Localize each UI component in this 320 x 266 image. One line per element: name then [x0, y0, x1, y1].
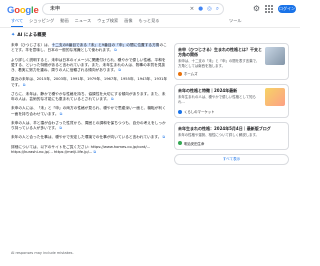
card-thumbnail	[265, 47, 285, 65]
ai-disclaimer: AI responses may include mistakes.	[11, 251, 74, 255]
link-icon[interactable]: ⧉	[161, 135, 166, 139]
tab-5[interactable]: 画像	[124, 18, 132, 27]
clear-icon[interactable]: ×	[190, 6, 195, 12]
ai-overview-title: AI による概要	[17, 33, 47, 38]
link-icon[interactable]: ⧉	[110, 97, 114, 101]
card-snippet: 未申は、十二支の「未」と「申」の間を表す言葉で、方角としては南西を指します。	[178, 59, 260, 68]
card-title[interactable]: 未申（ひつじさる）生まれの性格とは？干支と方角の関係	[178, 47, 262, 57]
apps-icon[interactable]	[265, 4, 273, 13]
source-card[interactable]: 未年の性格と特徴｜2024年最新 未年生まれの人は、穏やかで優しい性格として知ら…	[174, 84, 289, 119]
search-actions: × ● ◎ ⌕	[190, 6, 219, 12]
link-icon[interactable]: ⧉	[92, 150, 96, 154]
source-cards: 未申（ひつじさる）生まれの性格とは？干支と方角の関係 未申は、十二支の「未」と「…	[174, 43, 289, 165]
tab-6[interactable]: もっと見る	[139, 18, 160, 27]
card-snippet: 未年の性格や運勢、相性について詳しく解説します。	[178, 133, 259, 138]
ai-paragraph: 詳細については、以下のサイトをご覧ください: https://www.homes…	[11, 144, 151, 154]
card-source: くらしのマーケット	[184, 110, 215, 115]
show-all-button[interactable]: すべて表示	[174, 153, 289, 165]
ai-paragraph: 未年の人と合った仕事は、穏やかで安定した環境での仕事が向いていると言われています…	[11, 135, 166, 140]
search-tabs: すべて ショッピング 動画 ニュース ウェブ検索 画像 もっと見る	[11, 18, 159, 27]
link-icon[interactable]: ⧉	[117, 68, 121, 72]
header-actions: ⚙ ログイン	[253, 4, 296, 13]
login-button[interactable]: ログイン	[278, 4, 296, 13]
ai-paragraph: 未申の人は、羊と猿が合わさった性質から、周囲との調和を保ちつつも、自分の考えをし…	[11, 120, 166, 131]
source-card[interactable]: 未申（ひつじさる）生まれの性格とは？干支と方角の関係 未申は、十二支の「未」と「…	[174, 43, 289, 81]
search-icon[interactable]: ⌕	[216, 6, 219, 12]
ai-paragraph: 直近の未年は、2015年、2003年、1991年、1979年、1967年、195…	[11, 77, 168, 87]
google-logo[interactable]: Google	[7, 5, 39, 16]
source-card[interactable]: 未年生まれの性格：2024年5月4日｜最新版ブログ 未年の性格や運勢、相性につい…	[174, 122, 289, 150]
search-input[interactable]: 未申	[50, 5, 60, 12]
tab-1[interactable]: ショッピング	[29, 18, 54, 27]
link-icon[interactable]: ⧉	[113, 48, 117, 52]
favicon-icon	[178, 71, 182, 76]
divider	[0, 27, 300, 28]
card-source: ホームズ	[184, 72, 198, 77]
sparkle-icon: ✦	[11, 32, 16, 38]
card-title[interactable]: 未年生まれの性格：2024年5月4日｜最新版ブログ	[178, 126, 285, 131]
mic-icon[interactable]: ●	[198, 6, 203, 12]
card-thumbnail	[265, 88, 285, 107]
card-source: 明治安田生命	[184, 141, 205, 146]
ai-overview-body: 未申（ひつじさる）は、十二支の8番目である「未」と9番目の「申」の間に位置する方…	[11, 43, 168, 159]
ai-overview-header: ✦ AI による概要	[11, 32, 46, 38]
tab-3[interactable]: ニュース	[75, 18, 92, 27]
ai-paragraph: より詳しく説明すると、未申は日本のイメージに関連付けられ、穏やかで優しい性格、平…	[11, 57, 166, 73]
favicon-icon	[178, 141, 182, 146]
lens-icon[interactable]: ◎	[207, 6, 212, 12]
ai-paragraph: 未申の人には、「未」と「申」の両方の性格が見られ、穏やかで思慮深い一面と、機転が…	[11, 106, 166, 116]
link-icon[interactable]: ⧉	[59, 112, 63, 116]
favicon-icon	[178, 109, 182, 114]
card-title[interactable]: 未年の性格と特徴｜2024年最新	[178, 88, 262, 93]
tools-button[interactable]: ツール	[229, 18, 242, 24]
tab-4[interactable]: ウェブ検索	[97, 18, 118, 27]
link-icon[interactable]: ⧉	[22, 83, 26, 87]
gear-icon[interactable]: ⚙	[253, 4, 260, 13]
tab-2[interactable]: 動画	[60, 18, 68, 27]
tab-0[interactable]: すべて	[11, 18, 24, 27]
search-box[interactable]: 未申 × ● ◎ ⌕	[42, 3, 224, 15]
ai-paragraph: 未申（ひつじさる）は、十二支の8番目である「未」と9番目の「申」の間に位置する方…	[11, 43, 167, 53]
ai-paragraph: さらに、未年は、静かで穏やかな性格を持ち、協調性を大切にする傾向があります。また…	[11, 91, 166, 102]
card-snippet: 未年生まれの人は、穏やかで優しい性格として知られ…	[178, 95, 256, 104]
link-icon[interactable]: ⧉	[58, 126, 62, 130]
